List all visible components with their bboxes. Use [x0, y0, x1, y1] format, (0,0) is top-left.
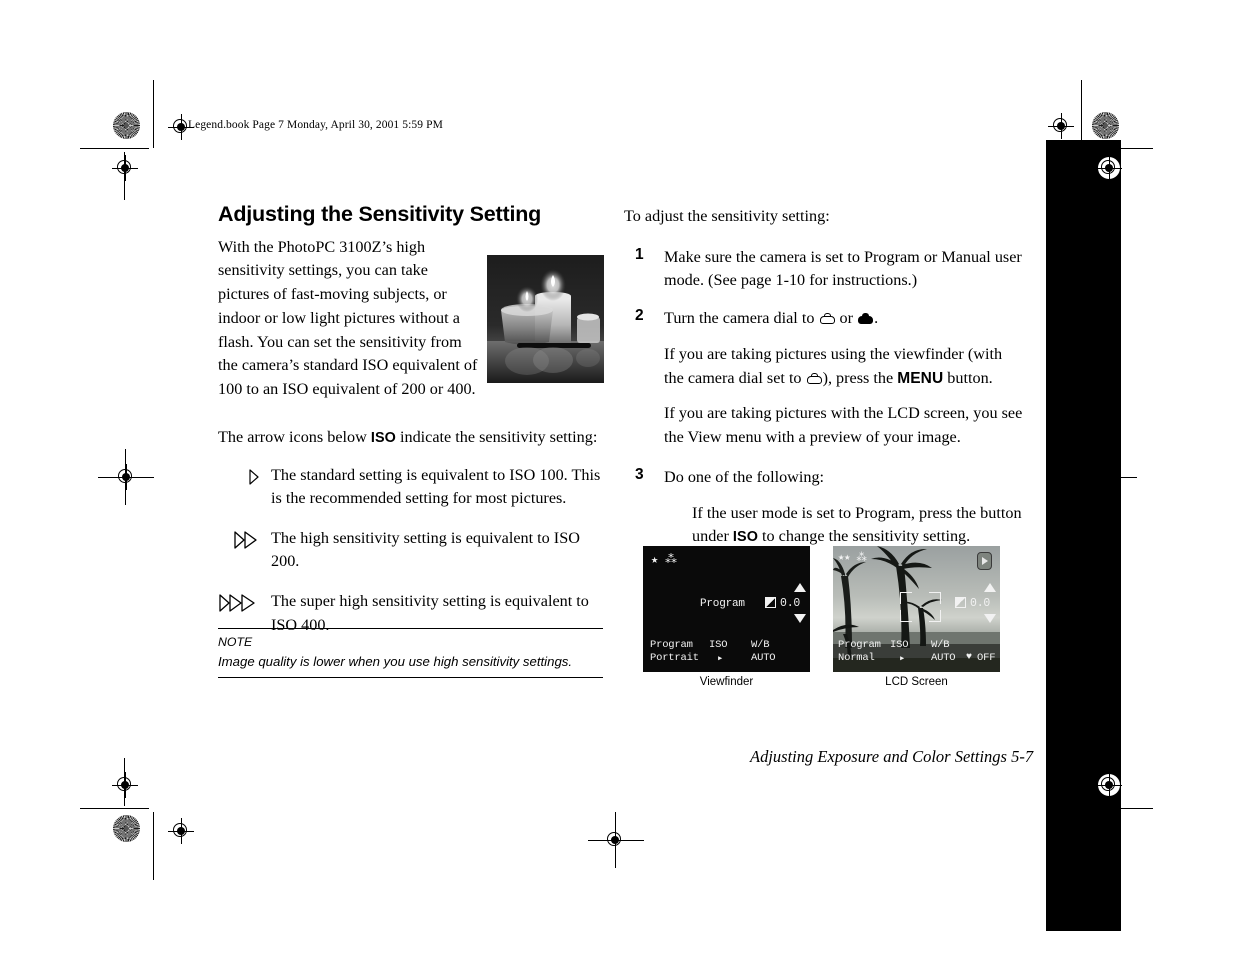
lcd-ev-value: 0.0 [970, 597, 991, 610]
chevron-triple-icon [218, 592, 264, 614]
note-block: NOTE Image quality is lower when you use… [218, 628, 603, 678]
viewfinder-ev-value: 0.0 [780, 597, 801, 610]
step-1: 1 Make sure the camera is set to Program… [624, 246, 1024, 293]
viewfinder-row2-col2: ▸ [717, 653, 724, 665]
viewfinder-caption: Viewfinder [699, 676, 754, 688]
step3-substep: If the user mode is set to Program, pres… [624, 502, 1024, 549]
list-item: The high sensitivity setting is equivale… [218, 527, 606, 574]
intro-paragraph: With the PhotoPC 3100Z’s high sensitivit… [218, 237, 478, 399]
lcd-flash-icon: ♥ [966, 652, 972, 663]
step-2: 2 Turn the camera dial to or . [624, 307, 1024, 331]
step-text: Make sure the camera is set to Program o… [664, 247, 1022, 290]
lcd-caption: LCD Screen [885, 676, 948, 688]
camera-screen-figures: ★ ⁂ Program 0.0 Program ISO W/B Portrait… [643, 546, 1003, 691]
chevron-single-icon [248, 466, 260, 488]
sensitivity-arrow-list: The standard setting is equivalent to IS… [218, 464, 606, 638]
registration-mark-mid-left [113, 464, 139, 490]
focus-bracket-bottom-right [929, 610, 941, 622]
registration-mark-bottom-left [168, 818, 194, 844]
step2-text-between: or [835, 309, 858, 328]
step2-sub1-b: ), press the [822, 368, 898, 387]
rosette-mark-top-right [1092, 112, 1119, 139]
viewfinder-row1-col1: Program [650, 639, 693, 651]
list-item-text: The standard setting is equivalent to IS… [271, 465, 601, 508]
lcd-row2-col2: ▸ [899, 653, 906, 665]
iso-label-inline: ISO [370, 429, 396, 446]
viewfinder-row1-col2: ISO [709, 639, 728, 651]
viewfinder-screen-figure: ★ ⁂ Program 0.0 Program ISO W/B Portrait… [643, 546, 810, 672]
camera-dial-viewfinder-icon [806, 372, 822, 384]
step2-substep-viewfinder: If you are taking pictures using the vie… [624, 343, 1024, 390]
left-column: Adjusting the Sensitivity Setting With t… [218, 202, 606, 653]
note-label: NOTE [218, 635, 253, 649]
viewfinder-top-icons: ★ ⁂ [651, 553, 677, 567]
camera-dial-viewfinder-icon [819, 313, 835, 325]
lcd-flash-state: OFF [977, 652, 996, 664]
step2-text-before: Turn the camera dial to [664, 309, 819, 328]
arrow-down-icon [984, 614, 996, 623]
registration-mark-top-right [1048, 113, 1074, 139]
crop-line-bottom-left-vertical-2 [153, 812, 155, 880]
registration-mark-lower-left [112, 772, 138, 798]
registration-mark-tab-bottom [1096, 772, 1122, 798]
exposure-compensation-icon [765, 597, 776, 608]
rosette-mark-top-left [113, 112, 140, 139]
arrow-up-icon [794, 583, 806, 592]
step-number: 3 [635, 465, 644, 483]
step2-text-after: . [874, 309, 879, 328]
lcd-row1-col1: Program [838, 639, 881, 651]
crop-line-top-left-horizontal [80, 148, 149, 150]
procedure-lead-in: To adjust the sensitivity setting: [624, 207, 830, 225]
lcd-row1-col2: ISO [890, 639, 909, 651]
lcd-screen-figure: ★★ ⁂ 0.0 Program ISO W/B Normal ▸ AUTO ♥… [833, 546, 1000, 672]
viewfinder-row2-col1: Portrait [650, 652, 699, 664]
chevron-double-icon [233, 529, 263, 551]
focus-bracket-top-right [929, 592, 941, 604]
lcd-top-icons: ★★ ⁂ [838, 552, 867, 564]
step2-sub1-c: button. [943, 368, 993, 387]
page-title: Adjusting the Sensitivity Setting [218, 202, 542, 226]
step-3: 3 Do one of the following: [624, 466, 1024, 490]
arrow-intro-after: indicate the sensitivity setting: [395, 427, 598, 446]
running-header: Legend.book Page 7 Monday, April 30, 200… [188, 119, 443, 131]
crop-line-top-right-vertical [1081, 80, 1083, 148]
viewfinder-row1-col3: W/B [751, 639, 770, 651]
crop-line-bottom-left-horizontal [80, 808, 149, 810]
step-number: 2 [635, 307, 644, 325]
viewfinder-row2-col3: AUTO [751, 652, 776, 664]
step-number: 1 [635, 245, 644, 263]
registration-mark-bottom-center [602, 827, 628, 853]
lcd-row1-col3: W/B [931, 639, 950, 651]
exposure-compensation-icon [955, 597, 966, 608]
step3-sub-b: to change the sensitivity setting. [758, 527, 971, 546]
rosette-mark-bottom-left [113, 815, 140, 842]
camera-dial-lcd-icon [858, 313, 874, 325]
focus-bracket-bottom-left [900, 610, 912, 622]
arrow-intro-before: The arrow icons below [218, 427, 371, 446]
iso-label-inline: ISO [732, 529, 758, 546]
arrow-down-icon [794, 614, 806, 623]
step-text: Do one of the following: [664, 467, 825, 486]
registration-mark-tab-top [1096, 155, 1122, 181]
step-text: Turn the camera dial to or . [664, 307, 1024, 331]
arrow-up-icon [984, 583, 996, 592]
focus-bracket-top-left [900, 592, 912, 604]
list-item-text: The high sensitivity setting is equivale… [271, 528, 580, 571]
page-footer: Adjusting Exposure and Color Settings 5-… [750, 747, 1034, 766]
arrow-intro-paragraph: The arrow icons below ISO indicate the s… [218, 426, 606, 450]
play-icon [977, 552, 992, 570]
step2-substep-lcd: If you are taking pictures with the LCD … [664, 404, 1023, 447]
right-column: To adjust the sensitivity setting: 1 Mak… [624, 205, 1024, 561]
crop-line-top-left-vertical [153, 80, 155, 148]
list-item: The standard setting is equivalent to IS… [218, 464, 606, 511]
registration-mark-upper-left [112, 155, 138, 181]
thumb-index-tab [1046, 140, 1121, 931]
menu-button-label: MENU [897, 369, 944, 387]
lcd-row2-col3: AUTO [931, 652, 956, 664]
lcd-row2-col1: Normal [838, 652, 875, 664]
note-text: Image quality is lower when you use high… [218, 653, 573, 669]
viewfinder-mode-label: Program [700, 598, 745, 610]
